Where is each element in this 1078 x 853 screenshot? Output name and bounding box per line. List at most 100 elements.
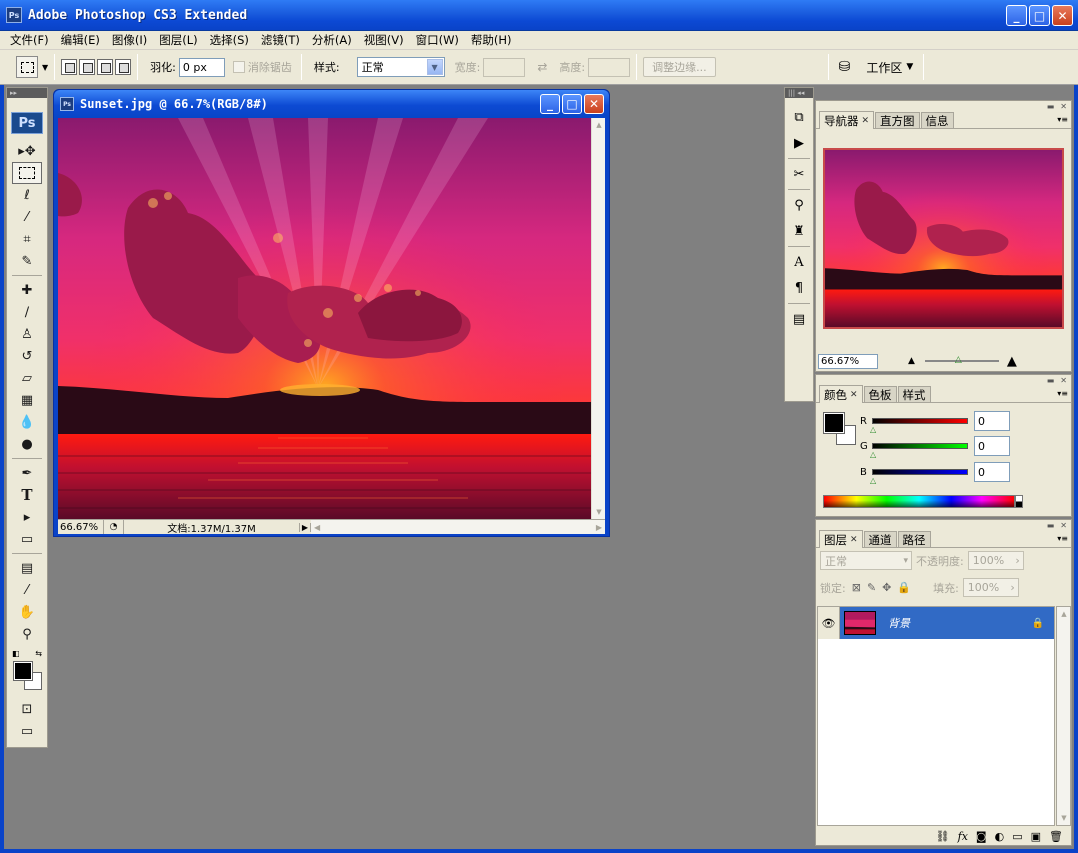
navigator-preview[interactable] — [823, 148, 1064, 329]
swap-colors-icon[interactable]: ⇆ — [35, 649, 42, 658]
scroll-left-icon[interactable]: ◀ — [314, 523, 320, 532]
gradient-tool-icon[interactable]: ▦ — [12, 389, 42, 411]
close-icon[interactable]: ✕ — [1060, 102, 1067, 111]
menu-layer[interactable]: 图层(L) — [153, 32, 203, 48]
document-maximize-button[interactable]: □ — [562, 94, 582, 114]
lock-image-icon[interactable]: ✎ — [867, 581, 876, 594]
document-vertical-scrollbar[interactable]: ▲ ▼ — [591, 118, 605, 519]
scroll-up-icon[interactable]: ▲ — [592, 118, 606, 132]
adjustment-layer-icon[interactable]: ◐ — [995, 830, 1005, 843]
status-info-icon[interactable]: ◔ — [104, 520, 124, 534]
sunset-image[interactable] — [58, 118, 591, 519]
feather-input[interactable]: 0 px — [178, 57, 225, 77]
foreground-color-swatch[interactable] — [13, 661, 33, 681]
navigator-zoom-slider[interactable]: △ — [924, 355, 999, 365]
document-titlebar[interactable]: Ps Sunset.jpg @ 66.7%(RGB/8#) _ □ ✕ — [54, 90, 609, 118]
tool-preset-picker[interactable] — [16, 56, 38, 78]
maximize-button[interactable]: □ — [1029, 5, 1050, 26]
color-spectrum-ramp[interactable] — [823, 495, 1015, 508]
layer-mask-icon[interactable]: ◙ — [976, 830, 987, 843]
zoom-in-icon[interactable]: ▲ — [1007, 354, 1017, 369]
close-icon[interactable]: ✕ — [1060, 521, 1067, 530]
slider-thumb-icon[interactable]: △ — [870, 450, 876, 459]
red-channel-slider[interactable]: △ — [870, 418, 968, 434]
menu-view[interactable]: 视图(V) — [358, 32, 410, 48]
blur-tool-icon[interactable]: 💧 — [12, 411, 42, 433]
blue-channel-slider[interactable]: △ — [870, 469, 968, 485]
crop-tool-icon[interactable]: ⌗ — [12, 228, 42, 250]
slider-thumb-icon[interactable]: △ — [955, 355, 962, 365]
new-group-icon[interactable]: ▭ — [1012, 830, 1022, 843]
tab-swatches[interactable]: 色板 — [863, 386, 897, 402]
tool-presets-icon[interactable]: ✂ — [788, 163, 810, 185]
document-close-button[interactable]: ✕ — [584, 94, 604, 114]
move-tool-icon[interactable]: ▸✥ — [12, 140, 42, 162]
quick-selection-tool-icon[interactable]: ⁄ — [12, 206, 42, 228]
actions-panel-icon[interactable]: ▶ — [788, 132, 810, 154]
collapse-icon[interactable]: ▬ — [1047, 376, 1055, 385]
document-horizontal-scrollbar[interactable]: ◀ ▶ — [311, 520, 605, 534]
panel-grip[interactable]: ▬ ✕ — [816, 101, 1071, 111]
height-input[interactable] — [588, 57, 631, 77]
document-canvas[interactable]: ▲ ▼ — [58, 118, 605, 519]
dock-grip[interactable]: ||| ◂◂ — [785, 88, 813, 98]
width-input[interactable] — [483, 57, 526, 77]
opacity-input[interactable]: 100% — [967, 551, 1024, 570]
type-tool-icon[interactable]: T — [12, 484, 42, 506]
path-selection-tool-icon[interactable]: ▸ — [12, 506, 42, 528]
quick-mask-icon[interactable]: ⊡ — [12, 698, 42, 720]
layer-comps-icon[interactable]: ▤ — [788, 308, 810, 330]
tab-info[interactable]: 信息 — [920, 112, 954, 128]
zoom-tool-icon[interactable]: ⚲ — [12, 623, 42, 645]
chevron-down-icon[interactable]: ▼ — [42, 63, 48, 72]
screen-mode-icon[interactable]: ▭ — [12, 720, 42, 742]
menu-select[interactable]: 选择(S) — [204, 32, 255, 48]
history-panel-icon[interactable]: ⧉ — [788, 106, 810, 128]
add-to-selection-button[interactable] — [79, 59, 96, 75]
close-icon[interactable]: ✕ — [850, 535, 858, 545]
clone-source-icon[interactable]: ♜ — [788, 220, 810, 242]
green-channel-slider[interactable]: △ — [870, 443, 968, 459]
brush-tool-icon[interactable]: ∕ — [12, 301, 42, 323]
blue-channel-input[interactable]: 0 — [974, 462, 1010, 482]
slider-thumb-icon[interactable]: △ — [870, 425, 876, 434]
eraser-tool-icon[interactable]: ▱ — [12, 367, 42, 389]
menu-file[interactable]: 文件(F) — [4, 32, 55, 48]
rectangular-marquee-tool-icon[interactable] — [12, 162, 42, 184]
color-panel-foreground-swatch[interactable] — [823, 412, 845, 434]
panel-grip[interactable]: ▬ ✕ — [816, 375, 1071, 385]
scroll-down-icon[interactable]: ▼ — [1057, 811, 1071, 825]
photoshop-logo[interactable]: Ps — [11, 112, 43, 134]
tab-channels[interactable]: 通道 — [863, 531, 897, 547]
eyedropper-tool-icon[interactable]: ⁄ — [12, 579, 42, 601]
menu-window[interactable]: 窗口(W) — [410, 32, 465, 48]
healing-brush-tool-icon[interactable]: ✚ — [12, 279, 42, 301]
swap-dimensions-icon[interactable]: ⇄ — [537, 60, 547, 74]
lasso-tool-icon[interactable]: ℓ — [12, 184, 42, 206]
scroll-right-icon[interactable]: ▶ — [596, 523, 602, 532]
layer-row[interactable]: 👁 背景 🔒 — [818, 607, 1054, 639]
toolbox-grip[interactable]: ▸▸ — [7, 88, 47, 98]
layer-style-icon[interactable]: fx — [958, 830, 968, 843]
panel-grip[interactable]: ▬ ✕ — [816, 520, 1071, 530]
black-white-ramp[interactable] — [1015, 495, 1023, 508]
document-minimize-button[interactable]: _ — [540, 94, 560, 114]
antialias-checkbox[interactable] — [232, 61, 245, 73]
default-colors-icon[interactable]: ◧ — [12, 649, 20, 658]
pen-tool-icon[interactable]: ✒ — [12, 462, 42, 484]
intersect-selection-button[interactable] — [115, 59, 132, 75]
rectangle-tool-icon[interactable]: ▭ — [12, 528, 42, 550]
tab-styles[interactable]: 样式 — [897, 386, 931, 402]
menu-edit[interactable]: 编辑(E) — [55, 32, 106, 48]
slice-tool-icon[interactable]: ✎ — [12, 250, 42, 272]
history-brush-tool-icon[interactable]: ↺ — [12, 345, 42, 367]
close-icon[interactable]: ✕ — [1060, 376, 1067, 385]
zoom-out-icon[interactable]: ▲ — [908, 356, 915, 366]
close-button[interactable]: ✕ — [1052, 5, 1073, 26]
style-select[interactable]: 正常 ▼ — [356, 57, 445, 77]
lock-transparency-icon[interactable]: ⊠ — [852, 581, 861, 594]
new-selection-button[interactable] — [61, 59, 78, 75]
menu-help[interactable]: 帮助(H) — [465, 32, 518, 48]
close-icon[interactable]: ✕ — [850, 390, 858, 400]
lock-position-icon[interactable]: ✥ — [882, 581, 891, 594]
